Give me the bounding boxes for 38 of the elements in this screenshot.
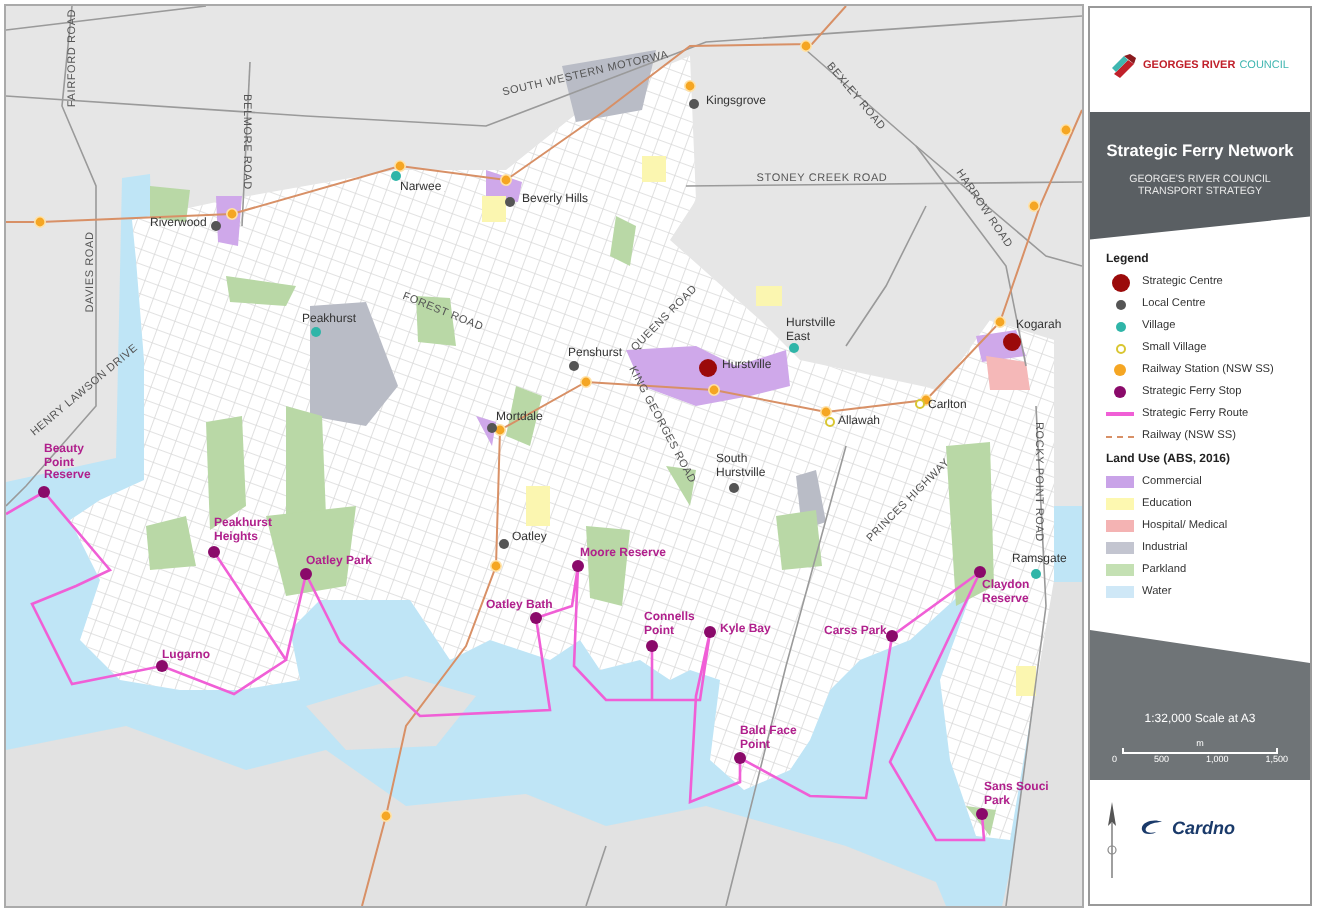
railway-station-icon [800, 40, 812, 52]
railway-station-icon [500, 174, 512, 186]
strategic-centre-icon [1111, 273, 1129, 292]
village-icon [311, 327, 321, 337]
local-centre-icon [211, 221, 221, 231]
railway-station-icon [380, 810, 392, 822]
local-centre-icon [1115, 299, 1125, 310]
railway-station-icon [490, 560, 502, 572]
railway-station-icon [1114, 364, 1126, 377]
railway-station-icon [394, 160, 406, 172]
council-logo-icon [1111, 54, 1140, 78]
railway-station-icon [226, 208, 238, 220]
village-icon [1115, 321, 1125, 332]
north-arrow-icon [1106, 802, 1118, 882]
local-centre-icon [487, 423, 497, 433]
village-icon [391, 171, 401, 181]
swoosh-icon [1138, 820, 1166, 836]
local-centre-icon [499, 539, 509, 549]
village-icon [1031, 569, 1041, 579]
local-centre-icon [729, 483, 739, 493]
small-village-icon [1115, 343, 1125, 354]
railway-station-icon [994, 316, 1006, 328]
small-village-icon [915, 399, 925, 409]
railway-station-icon [708, 384, 720, 396]
local-centre-icon [689, 99, 699, 109]
railway-station-icon [684, 80, 696, 92]
ferry-stop-icon [1114, 386, 1126, 399]
railway-station-icon [1060, 124, 1072, 136]
railway-station-icon [820, 406, 832, 418]
village-icon [789, 343, 799, 353]
map-title: Strategic Ferry Network [1106, 140, 1294, 160]
company-logo-text: Cardno [1172, 818, 1235, 838]
railway-station-icon [34, 216, 46, 228]
small-village-icon [825, 417, 835, 427]
railway-station-icon [1028, 200, 1040, 212]
railway-station-icon [580, 376, 592, 388]
local-centre-icon [569, 361, 579, 371]
local-centre-icon [505, 197, 515, 207]
